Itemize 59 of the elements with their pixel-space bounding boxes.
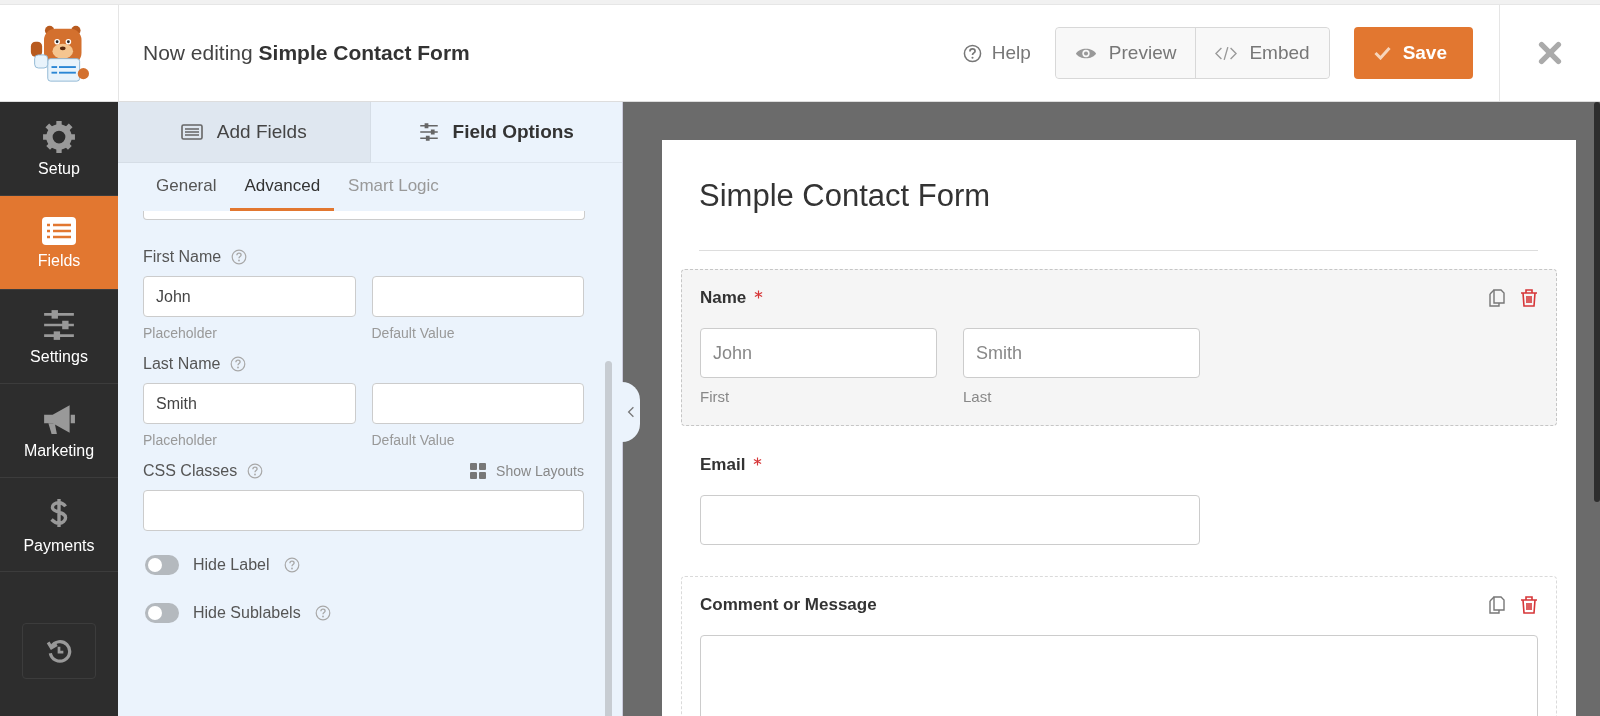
field-block[interactable]: Comment or Message [681, 576, 1557, 716]
field-block[interactable]: Email [681, 436, 1557, 566]
help-link[interactable]: Help [962, 42, 1031, 64]
revisions-button[interactable] [22, 623, 96, 679]
list-icon [180, 123, 203, 141]
grid-icon [470, 463, 487, 479]
field-label: First Name [143, 248, 222, 266]
help-icon [230, 356, 247, 372]
field-label: Last Name [143, 355, 221, 373]
panel-tab[interactable]: Add Fields [118, 102, 370, 163]
field-label: CSS Classes [143, 462, 238, 480]
input-field[interactable]: Smith [963, 328, 1200, 378]
sublabel: Default Value [371, 325, 456, 341]
toggle-switch[interactable] [145, 603, 179, 623]
sliders-icon [418, 122, 439, 142]
close-icon[interactable] [1538, 41, 1562, 65]
toggle-switch[interactable] [145, 555, 179, 575]
field-label: Comment or Message [700, 595, 877, 615]
sliders-icon [42, 307, 76, 342]
field-label: Email [700, 455, 746, 475]
embed-button[interactable]: Embed [1195, 28, 1329, 78]
sublabel: First [700, 388, 731, 405]
gear-icon [42, 119, 76, 154]
input-field[interactable]: John [700, 328, 937, 378]
help-icon [314, 605, 331, 621]
input-field[interactable] [143, 490, 584, 531]
duplicate-icon [1488, 596, 1506, 614]
trash-icon [1520, 596, 1538, 614]
trash-icon [1520, 289, 1538, 307]
sublabel: Placeholder [143, 432, 218, 448]
input-field[interactable] [143, 211, 585, 220]
editing-title: Now editing Simple Contact Form [142, 41, 471, 65]
input-field[interactable] [371, 276, 584, 317]
list-icon [41, 215, 77, 246]
duplicate-icon [1488, 289, 1506, 307]
question-icon [962, 43, 982, 63]
checkmark-icon [1373, 46, 1391, 60]
field-block[interactable]: Name John First Smith Last [681, 269, 1557, 426]
sublabel: Placeholder [143, 325, 218, 341]
sublabel: Last [963, 388, 993, 405]
input-field[interactable] [700, 495, 1200, 545]
form-title: Simple Contact Form [699, 178, 992, 214]
field-label: Name [700, 288, 747, 308]
toggle-label: Hide Label [193, 556, 270, 574]
sublabel: Default Value [371, 432, 456, 448]
help-icon [231, 249, 248, 265]
code-icon [1215, 45, 1238, 61]
help-icon [247, 463, 264, 479]
input-field[interactable]: Smith [143, 383, 356, 424]
help-icon [283, 557, 300, 573]
subtab[interactable]: General [142, 163, 231, 211]
collapse-handle[interactable] [622, 382, 640, 442]
input-field[interactable] [371, 383, 584, 424]
scrollbar[interactable] [1594, 102, 1600, 502]
history-icon [46, 638, 72, 664]
toggle-label: Hide Sublabels [193, 604, 301, 622]
panel-tab[interactable]: Field Options [369, 102, 622, 163]
scrollbar[interactable] [605, 361, 612, 716]
input-field[interactable]: John [143, 276, 356, 317]
